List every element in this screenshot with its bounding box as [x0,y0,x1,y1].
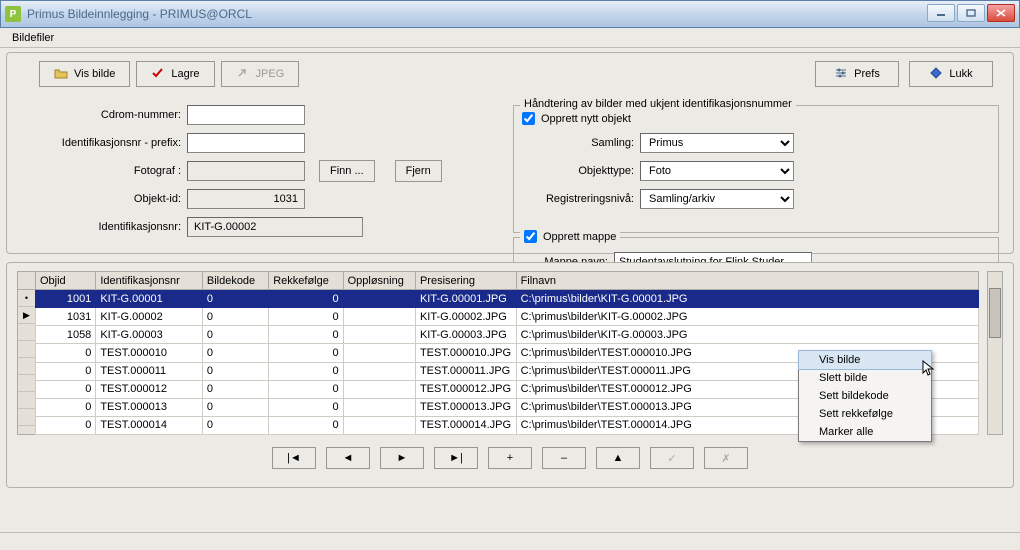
fotograf-label: Fotograf : [27,165,187,177]
table-row[interactable]: 1058KIT-G.0000300KIT-G.00003.JPGC:\primu… [36,326,979,344]
prefs-button[interactable]: Prefs [815,61,899,87]
tool-icon [236,67,250,81]
nav-next-button[interactable]: ► [380,447,424,469]
close-button[interactable] [987,4,1015,22]
table-row[interactable]: 1031KIT-G.0000200KIT-G.00002.JPGC:\primu… [36,308,979,326]
row-selector-column: •▶ [17,271,35,435]
column-header[interactable]: Presisering [415,272,516,290]
nav-prev-button[interactable]: ◄ [326,447,370,469]
titlebar: P Primus Bildeinnlegging - PRIMUS@ORCL [0,0,1020,28]
cdrom-label: Cdrom-nummer: [27,109,187,121]
toolbar-panel: Vis bilde Lagre JPEG Pre [6,52,1014,254]
cdrom-input[interactable] [187,105,305,125]
vis-bilde-button[interactable]: Vis bilde [39,61,130,87]
context-menu-item[interactable]: Sett bildekode [799,387,931,405]
nav-up-button[interactable]: ▲ [596,447,640,469]
nav-delete-button[interactable]: – [542,447,586,469]
column-header[interactable]: Rekkefølge [269,272,343,290]
fotograf-input [187,161,305,181]
context-menu-item[interactable]: Marker alle [799,423,931,441]
window-title: Primus Bildeinnlegging - PRIMUS@ORCL [27,7,252,21]
context-menu-item[interactable]: Slett bilde [799,369,931,387]
menubar: Bildefiler [0,28,1020,48]
objekttype-select[interactable]: Foto [640,161,794,181]
prefs-label: Prefs [854,68,880,80]
row-marker[interactable] [18,358,35,375]
context-menu: Vis bildeSlett bildeSett bildekodeSett r… [798,350,932,442]
column-header[interactable]: Identifikasjonsnr [96,272,203,290]
lukk-button[interactable]: Lukk [909,61,993,87]
lagre-button[interactable]: Lagre [136,61,214,87]
regniva-select[interactable]: Samling/arkiv [640,189,794,209]
prefix-label: Identifikasjonsnr - prefix: [27,137,187,149]
nav-first-button[interactable]: |◄ [272,447,316,469]
opprett-mappe-label: Opprett mappe [543,231,616,243]
row-marker[interactable]: • [18,290,35,307]
app-icon: P [5,6,21,22]
opprett-objekt-label: Opprett nytt objekt [541,113,631,125]
table-row[interactable]: 1001KIT-G.0000100KIT-G.00001.JPGC:\primu… [36,290,979,308]
lagre-label: Lagre [171,68,199,80]
row-marker[interactable] [18,341,35,358]
check-icon [151,67,165,81]
nav-last-button[interactable]: ►| [434,447,478,469]
vis-bilde-label: Vis bilde [74,68,115,80]
folder-icon [54,67,68,81]
group-title: Håndtering av bilder med ukjent identifi… [520,98,796,110]
prefix-input[interactable] [187,133,305,153]
objektid-input [187,189,305,209]
regniva-label: Registreringsnivå: [522,193,640,205]
row-marker[interactable] [18,392,35,409]
diamond-icon [929,67,943,81]
samling-select[interactable]: Primus [640,133,794,153]
vertical-scrollbar[interactable] [987,271,1003,435]
fjern-button[interactable]: Fjern [395,160,442,182]
column-header[interactable]: Objid [36,272,96,290]
column-header[interactable]: Filnavn [516,272,978,290]
idnr-input [187,217,363,237]
row-marker[interactable] [18,324,35,341]
jpeg-button[interactable]: JPEG [221,61,300,87]
row-marker[interactable] [18,409,35,426]
samling-label: Samling: [522,137,640,149]
objekttype-label: Objekttype: [522,165,640,177]
opprett-objekt-checkbox[interactable] [522,112,535,125]
lukk-label: Lukk [949,68,972,80]
objektid-label: Objekt-id: [27,193,187,205]
nav-commit-button[interactable]: ✓ [650,447,694,469]
finn-button[interactable]: Finn ... [319,160,375,182]
sliders-icon [834,67,848,81]
nav-cancel-button[interactable]: ✗ [704,447,748,469]
opprett-mappe-checkbox[interactable] [524,230,537,243]
nav-add-button[interactable]: + [488,447,532,469]
menu-bildefiler[interactable]: Bildefiler [6,30,60,46]
row-marker[interactable] [18,375,35,392]
context-menu-item[interactable]: Vis bilde [798,350,932,370]
maximize-button[interactable] [957,4,985,22]
statusbar [0,532,1020,550]
minimize-button[interactable] [927,4,955,22]
jpeg-label: JPEG [256,68,285,80]
idnr-label: Identifikasjonsnr: [27,221,187,233]
column-header[interactable]: Bildekode [202,272,268,290]
context-menu-item[interactable]: Sett rekkefølge [799,405,931,423]
column-header[interactable]: Oppløsning [343,272,415,290]
row-marker[interactable]: ▶ [18,307,35,324]
